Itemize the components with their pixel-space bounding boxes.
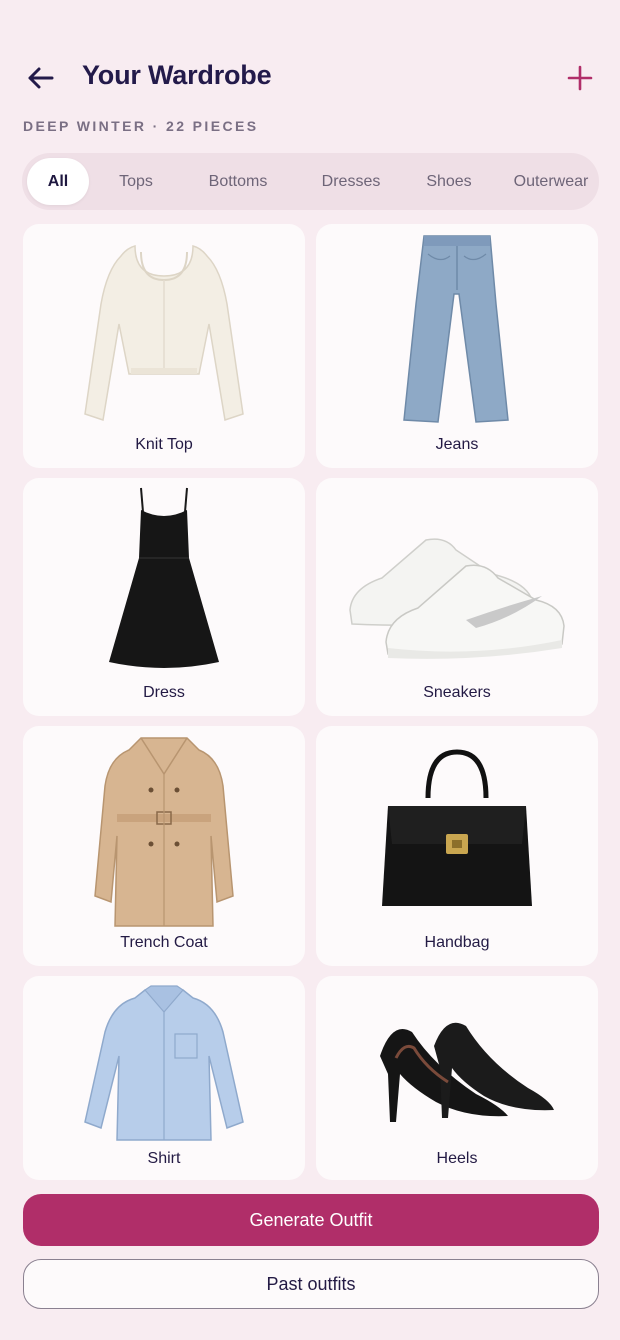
generate-outfit-button[interactable]: Generate Outfit	[23, 1194, 599, 1246]
item-label: Handbag	[424, 934, 490, 951]
item-label: Shirt	[147, 1150, 181, 1167]
past-outfits-button[interactable]: Past outfits	[23, 1259, 599, 1309]
tab-all[interactable]: All	[27, 158, 89, 205]
wardrobe-item-card[interactable]: Sneakers	[316, 478, 598, 716]
jeans-icon	[403, 235, 509, 423]
heels-icon	[380, 1022, 554, 1122]
item-label: Trench Coat	[120, 934, 208, 951]
wardrobe-item-card[interactable]: Knit Top	[23, 224, 305, 468]
dress-icon	[109, 487, 219, 668]
tab-shoes[interactable]: Shoes	[414, 158, 484, 205]
header: Your Wardrobe	[0, 52, 620, 104]
back-button[interactable]	[22, 62, 58, 94]
tab-outerwear[interactable]: Outerwear	[506, 158, 596, 205]
wardrobe-item-card[interactable]: Jeans	[316, 224, 598, 468]
tab-dresses[interactable]: Dresses	[306, 158, 396, 205]
wardrobe-item-card[interactable]: Dress	[23, 478, 305, 716]
arrow-left-icon	[28, 67, 54, 89]
plus-icon	[567, 65, 593, 91]
wardrobe-item-card[interactable]: Trench Coat	[23, 726, 305, 966]
item-label: Dress	[143, 684, 185, 701]
category-tabs: All Tops Bottoms Dresses Shoes Outerwear	[22, 153, 599, 210]
page-title: Your Wardrobe	[82, 60, 272, 90]
item-label: Jeans	[435, 436, 479, 453]
add-item-button[interactable]	[562, 60, 598, 96]
trench-coat-icon	[94, 737, 234, 927]
item-label: Knit Top	[135, 436, 193, 453]
wardrobe-summary: DEEP WINTER · 22 PIECES	[23, 118, 259, 134]
wardrobe-item-card[interactable]: Shirt	[23, 976, 305, 1180]
wardrobe-item-card[interactable]: Heels	[316, 976, 598, 1180]
item-label: Sneakers	[423, 684, 491, 701]
shirt-icon	[84, 985, 244, 1141]
item-label: Heels	[436, 1150, 478, 1167]
tab-bottoms[interactable]: Bottoms	[192, 158, 284, 205]
handbag-icon	[382, 749, 532, 906]
sneakers-icon	[349, 538, 565, 659]
tab-tops[interactable]: Tops	[102, 158, 170, 205]
wardrobe-item-card[interactable]: Handbag	[316, 726, 598, 966]
knit-top-icon	[84, 245, 244, 421]
